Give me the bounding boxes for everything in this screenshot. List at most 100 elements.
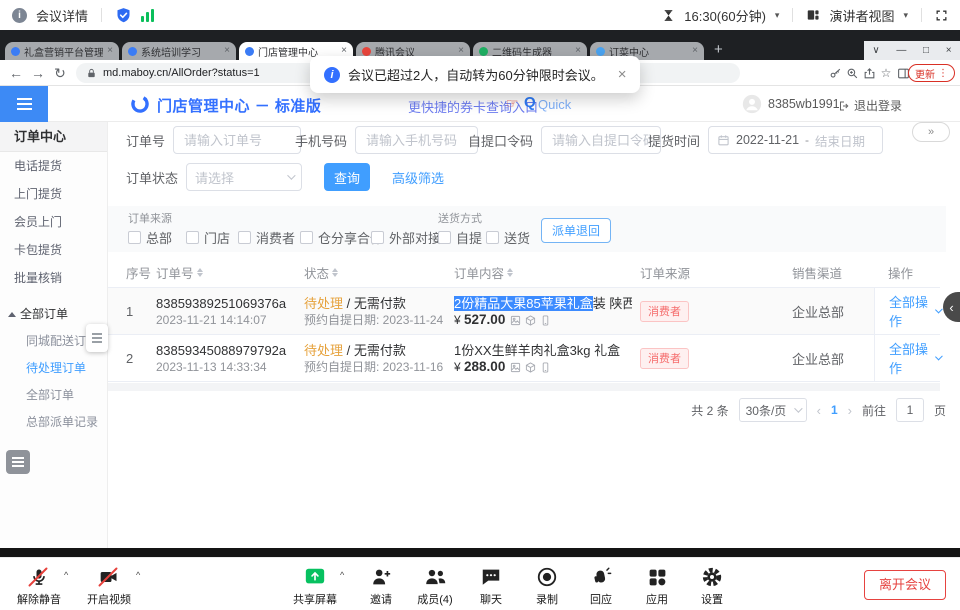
timer-caret-icon[interactable]: ▾ — [775, 10, 780, 21]
tab-close-icon[interactable]: × — [458, 46, 464, 56]
reload-icon[interactable]: ↻ — [50, 60, 70, 86]
current-page[interactable]: 1 — [831, 403, 838, 417]
invite-button[interactable]: 邀请 — [352, 565, 410, 607]
browser-tab-2[interactable]: 系统培训学习 × — [122, 42, 236, 60]
record-button[interactable]: 录制 — [518, 565, 576, 607]
bookmark-star-icon[interactable]: ☆ — [879, 66, 893, 80]
prev-page-button[interactable]: ‹ — [817, 403, 821, 418]
sort-icon[interactable] — [507, 268, 513, 277]
start-video-button[interactable]: 开启视频 — [80, 565, 138, 607]
share-page-icon[interactable] — [862, 66, 876, 80]
sidebar-subitem-pending-orders[interactable]: 待处理订单 — [0, 355, 107, 382]
forward-icon[interactable]: → — [28, 60, 48, 86]
password-key-icon[interactable] — [828, 66, 842, 80]
share-screen-button[interactable]: 共享屏幕 — [286, 565, 344, 607]
sidebar-subitem-all-orders[interactable]: 全部订单 — [0, 382, 107, 409]
view-layout-icon[interactable] — [806, 8, 820, 22]
col-order-no[interactable]: 订单号 — [156, 263, 304, 282]
window-close-icon[interactable]: × — [946, 45, 952, 56]
quick-logo-icon[interactable]: Q — [524, 94, 536, 111]
image-icon[interactable] — [510, 315, 521, 326]
phone-input[interactable] — [355, 126, 478, 154]
browser-tab-1[interactable]: 礼盒营销平台管理中心 × — [5, 42, 119, 60]
meeting-details-label[interactable]: 会议详情 — [36, 6, 88, 25]
pickup-code-input[interactable] — [541, 126, 661, 154]
banner-close-icon[interactable]: × — [618, 66, 627, 83]
dispatch-return-button[interactable]: 派单退回 — [541, 218, 611, 243]
security-shield-icon[interactable] — [115, 7, 132, 24]
advanced-filter-link[interactable]: 高级筛选 — [392, 168, 444, 187]
share-options-caret[interactable]: ^ — [340, 570, 344, 580]
checkbox-icon[interactable] — [438, 231, 451, 244]
view-mode-label[interactable]: 演讲者视图 — [829, 6, 894, 25]
tab-search-icon[interactable]: ∨ — [872, 45, 879, 56]
meeting-timer[interactable]: 16:30(60分钟) — [684, 6, 766, 25]
fullscreen-icon[interactable] — [935, 9, 948, 22]
sidebar-item-door-pickup[interactable]: 上门提货 — [0, 180, 107, 208]
date-start-value[interactable]: 2022-11-21 — [736, 133, 799, 147]
tab-close-icon[interactable]: × — [692, 46, 698, 56]
unmute-button[interactable]: 解除静音 — [10, 565, 68, 607]
page-size-select[interactable]: 30条/页 — [739, 398, 807, 422]
meeting-info-icon[interactable]: i — [12, 8, 27, 23]
view-mode-caret-icon[interactable]: ▾ — [903, 10, 908, 21]
reactions-button[interactable]: 回应 — [572, 565, 630, 607]
zoom-icon[interactable] — [845, 66, 859, 80]
goto-page-input[interactable] — [896, 398, 924, 422]
checkbox-icon[interactable] — [371, 231, 384, 244]
phone-icon[interactable] — [540, 362, 551, 373]
package-icon[interactable] — [525, 362, 536, 373]
video-options-caret[interactable]: ^ — [136, 570, 140, 580]
table-row[interactable]: 1 83859389251069376a 2023-11-21 14:14:07… — [108, 288, 940, 335]
date-end-placeholder[interactable]: 结束日期 — [815, 131, 865, 150]
checkbox-icon[interactable] — [186, 231, 199, 244]
floating-menu-button[interactable] — [6, 450, 30, 474]
order-no-input[interactable] — [173, 126, 301, 154]
checkbox-hq[interactable]: 总部 — [128, 228, 172, 247]
checkbox-consumer[interactable]: 消费者 — [238, 228, 295, 247]
tab-close-icon[interactable]: × — [575, 46, 581, 56]
order-status-select[interactable]: 请选择 — [186, 163, 302, 191]
window-maximize-icon[interactable]: □ — [923, 45, 929, 56]
date-range-picker[interactable]: 2022-11-21 - 结束日期 — [708, 126, 883, 154]
phone-icon[interactable] — [540, 315, 551, 326]
apps-button[interactable]: 应用 — [628, 565, 686, 607]
checkbox-self-pickup[interactable]: 自提 — [438, 228, 482, 247]
back-icon[interactable]: ← — [6, 60, 26, 86]
chrome-update-button[interactable]: 更新 ⋮ — [908, 64, 955, 82]
tab-close-icon[interactable]: × — [107, 46, 113, 56]
chat-button[interactable]: 聊天 — [462, 565, 520, 607]
table-row[interactable]: 2 83859345088979792a 2023-11-13 14:33:34… — [108, 335, 940, 382]
col-content[interactable]: 订单内容 — [454, 263, 640, 282]
members-button[interactable]: 成员(4) — [406, 565, 464, 607]
all-actions-dropdown[interactable]: 全部操作 — [889, 292, 940, 330]
new-tab-button[interactable]: + — [714, 41, 723, 58]
search-button[interactable]: 查询 — [324, 163, 370, 191]
sidebar-item-phone-pickup[interactable]: 电话提货 — [0, 152, 107, 180]
sidebar-item-batch-verify[interactable]: 批量核销 — [0, 264, 107, 292]
sidebar-collapse-handle[interactable] — [86, 324, 108, 352]
leave-meeting-button[interactable]: 离开会议 — [864, 570, 946, 600]
checkbox-icon[interactable] — [300, 231, 313, 244]
user-avatar[interactable] — [742, 94, 762, 119]
sidebar-item-member-visit[interactable]: 会员上门 — [0, 208, 107, 236]
sidebar-toggle-button[interactable] — [0, 86, 48, 122]
image-icon[interactable] — [510, 362, 521, 373]
window-minimize-icon[interactable]: — — [896, 45, 906, 56]
filter-collapse-button[interactable]: » — [912, 122, 950, 142]
mic-options-caret[interactable]: ^ — [64, 570, 68, 580]
next-page-button[interactable]: › — [848, 403, 852, 418]
sidebar-subitem-hq-dispatch-log[interactable]: 总部派单记录 — [0, 409, 107, 436]
table-scrollbar-track[interactable] — [108, 383, 940, 391]
checkbox-icon[interactable] — [128, 231, 141, 244]
checkbox-store[interactable]: 门店 — [186, 228, 230, 247]
checkbox-delivery[interactable]: 送货 — [486, 228, 530, 247]
settings-button[interactable]: 设置 — [683, 565, 741, 607]
tab-close-icon[interactable]: × — [224, 46, 230, 56]
lock-icon[interactable] — [86, 68, 97, 79]
all-actions-dropdown[interactable]: 全部操作 — [889, 339, 940, 377]
sidebar-item-card-pickup[interactable]: 卡包提货 — [0, 236, 107, 264]
username[interactable]: 8385wb1991 — [768, 97, 840, 111]
checkbox-icon[interactable] — [486, 231, 499, 244]
col-status[interactable]: 状态 — [304, 263, 454, 282]
